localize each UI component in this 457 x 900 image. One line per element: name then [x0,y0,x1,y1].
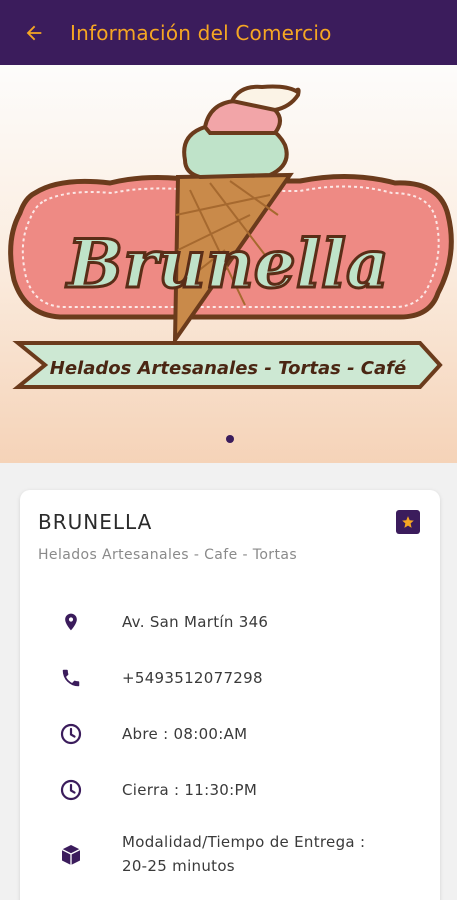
phone-text: +5493512077298 [122,669,263,687]
delivery-label: Modalidad/Tiempo de Entrega : [122,833,366,851]
back-button[interactable] [14,13,54,53]
carousel-indicator-dot[interactable] [226,435,234,443]
app-bar: Información del Comercio [0,0,457,65]
phone-row[interactable]: +5493512077298 [20,664,440,692]
clock-icon [58,721,84,747]
delivery-row: Modalidad/Tiempo de Entrega : 20-25 minu… [20,828,440,880]
phone-icon [58,665,84,691]
opening-time-text: Abre : 08:00:AM [122,725,248,743]
address-text: Av. San Martín 346 [122,613,269,631]
store-banner-image[interactable]: Brunella Helados Artesanales - Tortas - … [0,65,457,463]
favorite-button[interactable] [396,510,420,534]
arrow-left-icon [26,25,42,40]
opening-time-row: Abre : 08:00:AM [20,720,440,748]
address-row[interactable]: Av. San Martín 346 [20,608,440,636]
svg-text:Brunella: Brunella [65,225,388,303]
svg-text:Helados Artesanales - Tortas -: Helados Artesanales - Tortas - Café [50,358,406,379]
store-info-card: BRUNELLA Helados Artesanales - Cafe - To… [20,490,440,900]
page-title: Información del Comercio [70,20,332,45]
store-name: BRUNELLA [38,510,153,534]
package-box-icon [58,842,84,868]
star-icon [402,516,414,528]
closing-time-row: Cierra : 11:30:PM [20,776,440,804]
clock-icon [58,777,84,803]
closing-time-text: Cierra : 11:30:PM [122,781,258,799]
store-categories: Helados Artesanales - Cafe - Tortas [38,547,298,563]
delivery-time: 20-25 minutos [122,857,235,875]
brunella-logo: Brunella Helados Artesanales - Tortas - … [8,84,454,389]
location-pin-icon [58,609,84,635]
